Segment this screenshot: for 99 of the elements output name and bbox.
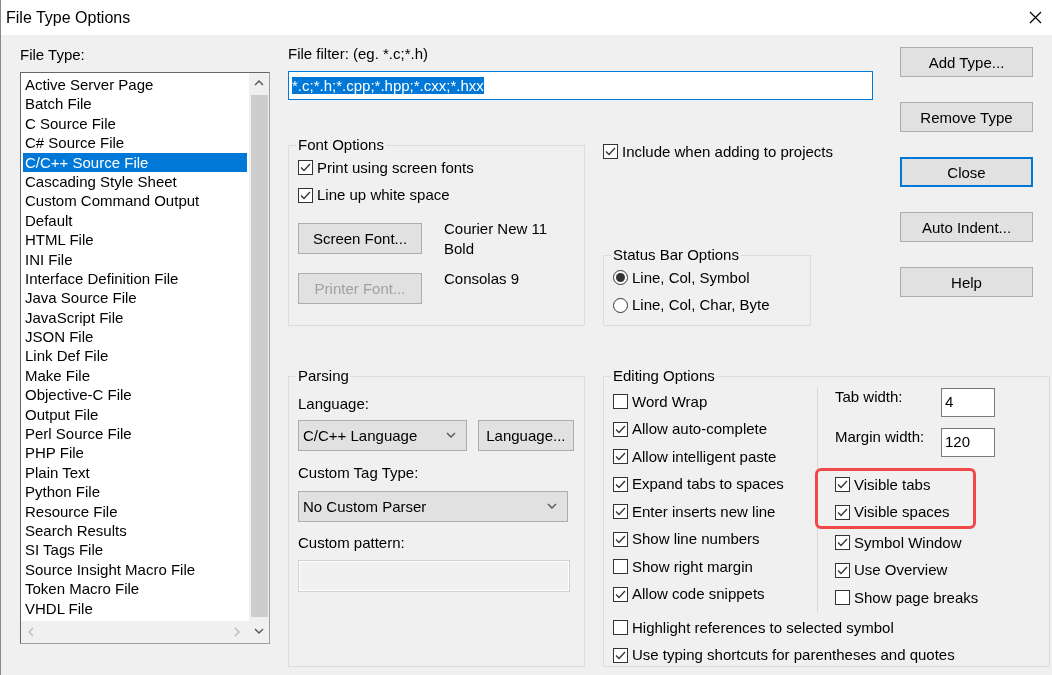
file-type-label: File Type: (20, 46, 86, 64)
font-name: Consolas 9 (444, 269, 521, 289)
list-item[interactable]: JavaScript File (23, 307, 247, 328)
checkbox-label: Include when adding to projects (622, 142, 833, 161)
checkbox[interactable] (613, 620, 628, 636)
list-item[interactable]: C Source File (23, 113, 247, 134)
list-item[interactable]: JSON File (23, 327, 247, 347)
radio-button[interactable] (613, 297, 628, 313)
dialog-button[interactable]: Add Type... (900, 47, 1033, 77)
list-item[interactable]: INI File (23, 249, 247, 269)
checkbox[interactable] (613, 531, 628, 547)
checkbox-label: Visible spaces (854, 503, 950, 522)
list-item[interactable]: Interface Definition File (23, 268, 247, 289)
checkbox[interactable] (298, 160, 313, 176)
group-title: Status Bar Options (612, 246, 740, 264)
tag-type-label: Custom Tag Type: (298, 464, 420, 482)
list-item[interactable]: Make File (23, 365, 247, 386)
checkbox-label: Print using screen fonts (317, 158, 474, 177)
checkbox-label: Allow auto-complete (632, 420, 768, 439)
list-item[interactable]: Link Def File (23, 346, 247, 366)
language-dropdown[interactable]: C/C++ Language (298, 420, 467, 451)
radio-button[interactable] (613, 270, 628, 286)
list-item[interactable]: Default (23, 210, 247, 231)
list-item[interactable]: Resource File (23, 501, 247, 521)
list-item[interactable]: PHP File (23, 443, 247, 463)
checkbox-label: Word Wrap (632, 392, 708, 411)
checkbox[interactable] (613, 504, 628, 520)
group-title: Font Options (297, 136, 385, 154)
checkbox[interactable] (835, 504, 850, 520)
list-item[interactable]: VHDL File (23, 598, 247, 618)
dialog-button[interactable]: Auto Indent... (900, 212, 1033, 242)
list-item[interactable]: Plain Text (23, 462, 247, 483)
list-item[interactable]: Source Insight Macro File (23, 559, 247, 580)
window-title: File Type Options (6, 8, 131, 27)
tag-type-dropdown[interactable]: No Custom Parser (298, 491, 568, 522)
list-item[interactable]: Perl Source File (23, 424, 247, 444)
custom-pattern-field[interactable] (298, 560, 570, 592)
checkbox[interactable] (835, 562, 850, 578)
font-button[interactable]: Screen Font... (298, 223, 422, 254)
custom-pattern-label: Custom pattern: (298, 534, 406, 552)
radio-label: Line, Col, Char, Byte (632, 296, 770, 315)
checkbox[interactable] (835, 535, 850, 551)
list-item[interactable]: SI Tags File (23, 540, 247, 560)
list-item[interactable]: Search Results (23, 521, 247, 541)
checkbox-label: Highlight references to selected symbol (632, 618, 894, 637)
number-field[interactable]: 4 (941, 388, 995, 417)
list-item[interactable]: Python File (23, 482, 247, 502)
list-item[interactable]: Java Source File (23, 288, 247, 308)
checkbox-label: Use typing shortcuts for parentheses and quotes (632, 646, 955, 665)
checkbox-label: Enter inserts new line (632, 502, 776, 521)
list-item[interactable]: Output File (23, 404, 247, 425)
field-label: Tab width: (835, 388, 903, 406)
checkbox-label: Show page breaks (854, 588, 979, 607)
list-item[interactable]: Active Server Page (23, 75, 247, 95)
font-name: Courier New 11 Bold (444, 219, 549, 259)
checkbox[interactable] (835, 477, 850, 493)
checkbox[interactable] (613, 476, 628, 492)
checkbox[interactable] (603, 144, 618, 160)
checkbox[interactable] (613, 421, 628, 437)
number-field[interactable]: 120 (941, 428, 995, 457)
file-filter-label: File filter: (eg. *.c;*.h) (288, 45, 430, 63)
checkbox-label: Symbol Window (854, 533, 962, 552)
checkbox[interactable] (613, 449, 628, 465)
checkbox[interactable] (835, 590, 850, 606)
language-label: Language: (298, 395, 370, 413)
dialog-button[interactable]: Close (900, 157, 1033, 187)
checkbox-label: Allow code snippets (632, 585, 765, 604)
dialog-button[interactable]: Help (900, 267, 1033, 297)
checkbox[interactable] (298, 187, 313, 203)
file-filter-field[interactable]: *.c;*.h;*.cpp;*.hpp;*.cxx;*.hxx (288, 71, 873, 100)
list-item[interactable]: Batch File (23, 94, 247, 114)
checkbox-label: Show right margin (632, 557, 753, 576)
dialog-button[interactable]: Remove Type (900, 102, 1033, 132)
list-item[interactable]: Custom Command Output (23, 191, 247, 211)
list-item[interactable]: HTML File (23, 230, 247, 250)
checkbox[interactable] (613, 559, 628, 575)
checkbox-label: Line up white space (317, 186, 450, 205)
checkbox[interactable] (613, 647, 628, 663)
list-item[interactable]: Cascading Style Sheet (23, 171, 247, 192)
field-label: Margin width: (835, 428, 925, 446)
group-title: Editing Options (612, 367, 716, 385)
radio-label: Line, Col, Symbol (632, 268, 750, 287)
checkbox-label: Expand tabs to spaces (632, 475, 784, 494)
checkbox-label: Visible tabs (854, 475, 931, 494)
checkbox-label: Allow intelligent paste (632, 447, 777, 466)
scrollbar-thumb[interactable] (250, 95, 268, 617)
checkbox[interactable] (613, 586, 628, 602)
checkbox-label: Show line numbers (632, 530, 760, 549)
checkbox-label: Use Overview (854, 561, 948, 580)
list-item[interactable]: Objective-C File (23, 385, 247, 405)
close-icon[interactable] (1029, 11, 1042, 24)
list-item[interactable]: C# Source File (23, 133, 247, 153)
list-item[interactable]: C/C++ Source File (23, 152, 247, 172)
list-item[interactable]: Token Macro File (23, 579, 247, 599)
language-button[interactable]: Language... (477, 420, 574, 451)
group-title: Parsing (297, 367, 350, 385)
checkbox[interactable] (613, 394, 628, 410)
file-type-list[interactable] (20, 72, 270, 644)
vertical-scrollbar[interactable] (249, 73, 269, 643)
